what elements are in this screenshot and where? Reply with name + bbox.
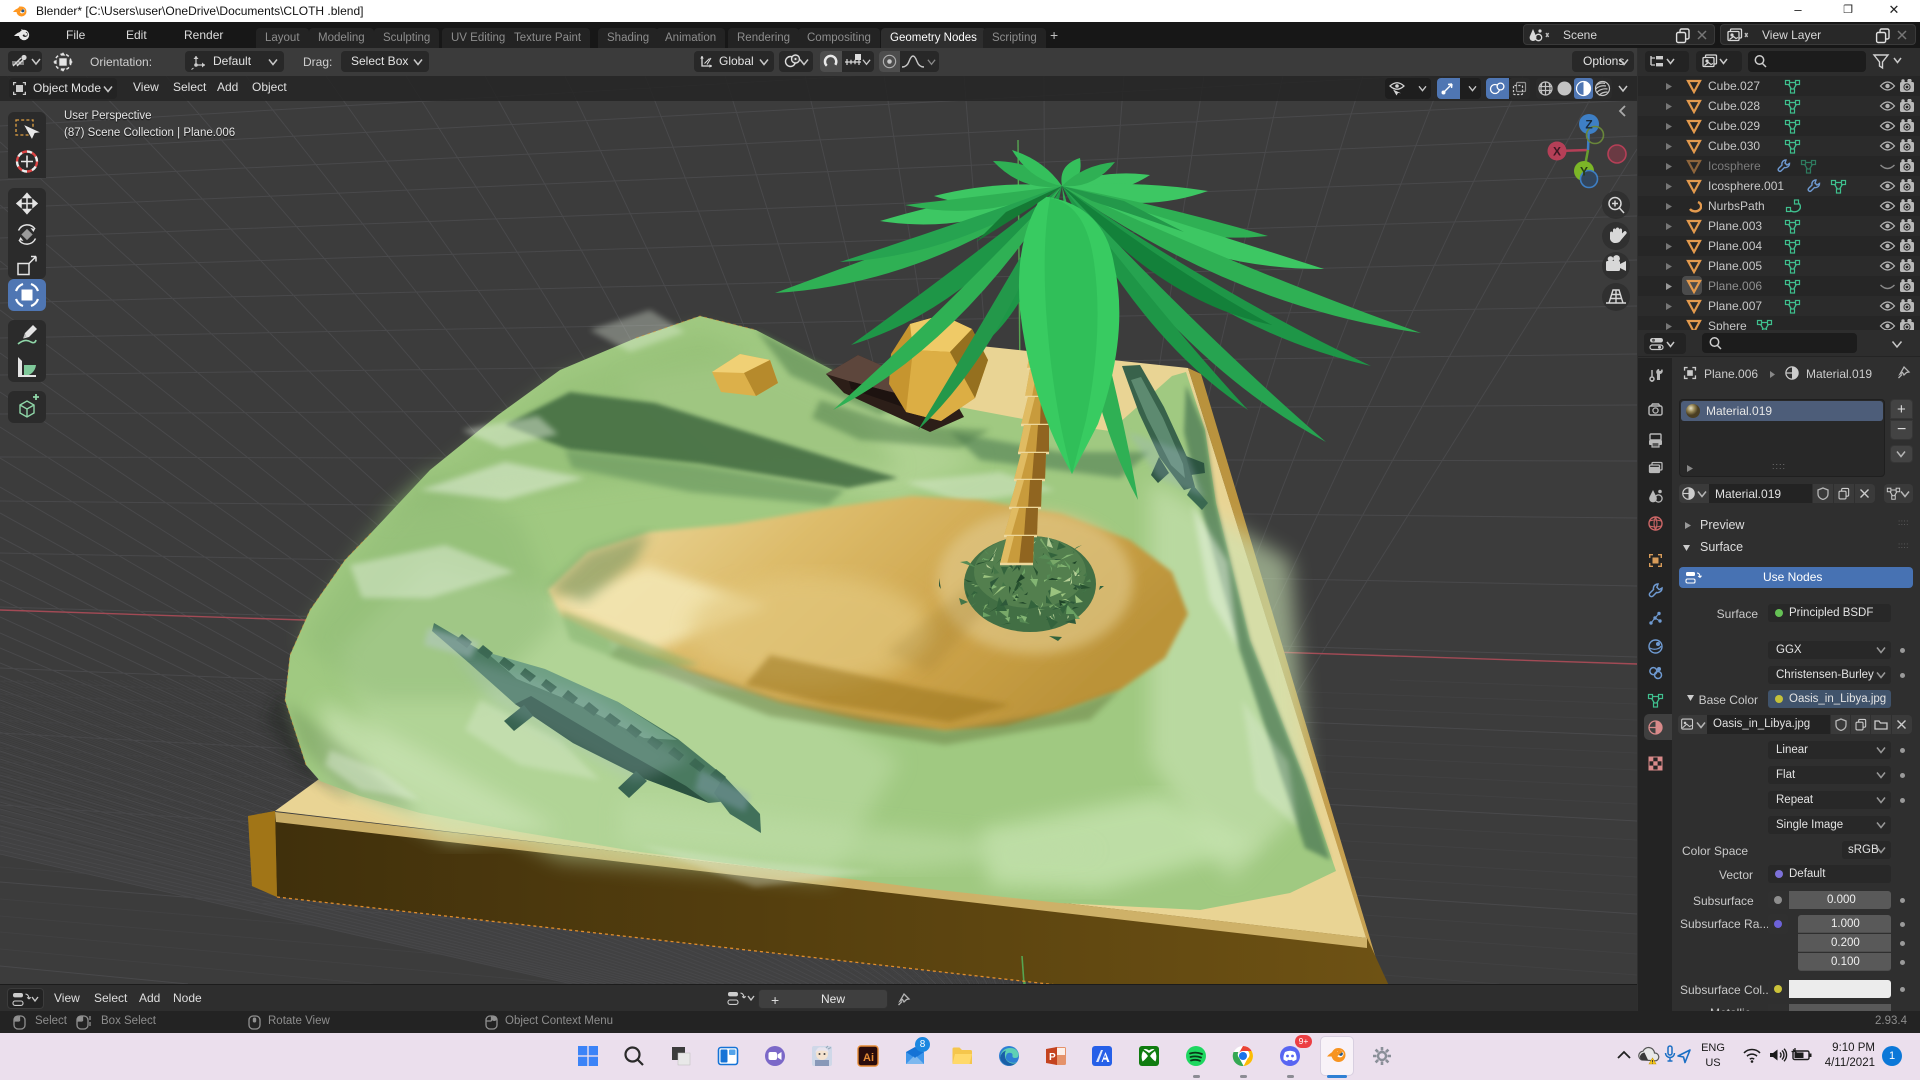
svg-text:Y: Y [1580, 165, 1588, 179]
svg-text:P: P [1049, 1052, 1056, 1063]
svg-text:X: X [1553, 145, 1561, 159]
svg-text:Ai: Ai [863, 1052, 874, 1064]
svg-text:Z: Z [1585, 118, 1592, 132]
